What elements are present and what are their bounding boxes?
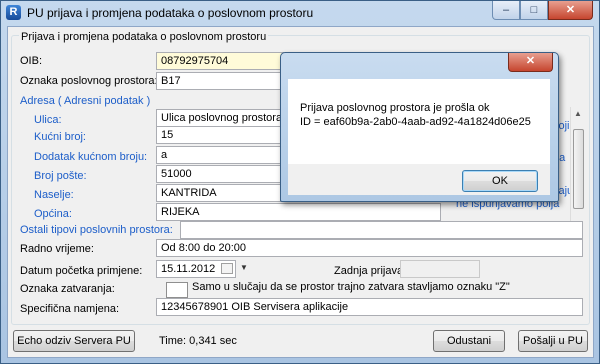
naselje-label: Naselje: bbox=[34, 189, 74, 201]
group-title: Prijava i promjena podataka o poslovnom … bbox=[19, 31, 269, 43]
minimize-button[interactable]: – bbox=[492, 1, 520, 20]
radno-field[interactable]: Od 8:00 do 20:00 bbox=[156, 239, 583, 257]
ulica-field[interactable]: Ulica poslovnog prostora bbox=[156, 109, 284, 127]
oznaka-field[interactable]: B17 bbox=[156, 72, 284, 90]
oib-field[interactable]: 08792975704 bbox=[156, 52, 284, 70]
app-icon: R bbox=[6, 5, 21, 20]
kucni-broj-field[interactable]: 15 bbox=[156, 126, 284, 144]
opcina-field[interactable]: RIJEKA bbox=[156, 203, 441, 221]
scroll-up-icon[interactable]: ▲ bbox=[574, 109, 582, 118]
time-text: Time: 0,341 sec bbox=[159, 335, 237, 347]
title-bar[interactable]: R PU prijava i promjena podataka o poslo… bbox=[1, 1, 599, 25]
datum-label: Datum početka primjene: bbox=[20, 265, 143, 277]
chevron-down-icon[interactable]: ▼ bbox=[240, 263, 248, 272]
send-button[interactable]: Pošalji u PU bbox=[518, 330, 588, 352]
specificna-field[interactable]: 12345678901 OIB Servisera aplikacije bbox=[156, 298, 583, 316]
maximize-button[interactable]: □ bbox=[520, 1, 548, 20]
ulica-label: Ulica: bbox=[34, 114, 62, 126]
window-title: PU prijava i promjena podataka o poslovn… bbox=[27, 6, 314, 20]
dialog-message: Prijava poslovnog prostora je prošla ok … bbox=[300, 101, 531, 129]
ok-button[interactable]: OK bbox=[462, 170, 538, 192]
close-button[interactable]: ✕ bbox=[548, 1, 593, 20]
side-list-scrollbar[interactable]: ▲ ▼ bbox=[570, 107, 587, 239]
dialog-footer: OK bbox=[288, 164, 550, 195]
zadnja-field bbox=[400, 260, 480, 278]
opcina-label: Općina: bbox=[34, 208, 72, 220]
dialog-line-2: ID = eaf60b9a-2ab0-4aab-ad92-4a1824d06e2… bbox=[300, 116, 531, 128]
broj-poste-label: Broj pošte: bbox=[34, 170, 87, 182]
dodatak-label: Dodatak kućnom broju: bbox=[34, 151, 148, 163]
radno-label: Radno vrijeme: bbox=[20, 243, 94, 255]
ostali-field[interactable] bbox=[180, 221, 583, 239]
specificna-label: Specifična namjena: bbox=[20, 303, 120, 315]
cancel-button[interactable]: Odustani bbox=[433, 330, 505, 352]
dialog-line-1: Prijava poslovnog prostora je prošla ok bbox=[300, 102, 490, 114]
message-dialog: ✕ Prijava poslovnog prostora je prošla o… bbox=[280, 52, 559, 202]
adresa-heading: Adresa ( Adresni podatak ) bbox=[20, 95, 151, 107]
zatvaranje-note: Samo u slučaju da se prostor trajno zatv… bbox=[192, 281, 510, 293]
oznaka-label: Oznaka poslovnog prostora: bbox=[20, 75, 158, 87]
datum-value: 15.11.2012 bbox=[161, 263, 216, 275]
kucni-broj-label: Kućni broj: bbox=[34, 131, 86, 143]
echo-server-button[interactable]: Echo odziv Servera PU bbox=[13, 330, 135, 352]
calendar-icon[interactable] bbox=[221, 263, 233, 274]
ostali-label: Ostali tipovi poslovnih prostora: bbox=[20, 224, 173, 236]
dodatak-field[interactable]: a bbox=[156, 146, 284, 164]
window-controls: – □ ✕ bbox=[492, 1, 593, 20]
datum-picker[interactable]: 15.11.2012 bbox=[156, 260, 236, 278]
dialog-close-button[interactable]: ✕ bbox=[508, 53, 553, 72]
zatvaranje-field[interactable] bbox=[166, 282, 188, 298]
dialog-body: Prijava poslovnog prostora je prošla ok … bbox=[288, 79, 550, 164]
scroll-thumb[interactable] bbox=[573, 129, 584, 209]
zadnja-label: Zadnja prijava: bbox=[334, 265, 407, 277]
zatvaranje-label: Oznaka zatvaranja: bbox=[20, 283, 115, 295]
broj-poste-field[interactable]: 51000 bbox=[156, 165, 284, 183]
oib-label: OIB: bbox=[20, 55, 43, 67]
